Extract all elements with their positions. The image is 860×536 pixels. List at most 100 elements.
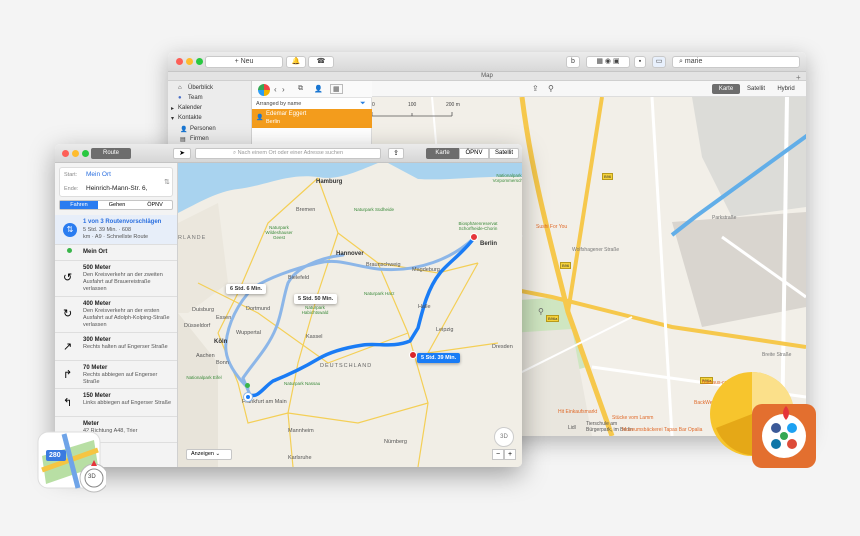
tab-drive[interactable]: Fahren [60, 201, 98, 209]
road-marker: B96a [546, 315, 560, 322]
street-breite: Breite Straße [762, 352, 792, 358]
filter-icon[interactable]: ⏷ [360, 100, 366, 108]
sidebar-item-calendar[interactable]: Kalender [178, 105, 202, 111]
destination-pin-icon[interactable] [470, 233, 478, 241]
route-step[interactable]: ↰ 150 Meter Links abbiegen auf Engerser … [55, 389, 177, 417]
summary-detail: km · A9 · Schnellste Route [83, 234, 149, 240]
3d-label: 3D [88, 474, 96, 480]
tab-map[interactable]: Karte [426, 148, 459, 159]
view-switch-icons[interactable]: ▦ ◉ ▣ [586, 56, 630, 68]
roundabout-icon: ↻ [63, 308, 73, 320]
city-leipzig: Leipzig [436, 327, 454, 333]
nav-forward-icon[interactable]: › [282, 85, 285, 94]
poi-sushi[interactable]: Sushi For You [536, 224, 567, 230]
close-button[interactable] [62, 150, 69, 157]
tab-walk[interactable]: Gehen [98, 201, 136, 209]
sidebar-toggle-icon[interactable]: ▭ [652, 56, 666, 68]
search-field[interactable]: ⌕ marie [672, 56, 800, 68]
city-duisburg: Duisburg [192, 307, 215, 313]
sidebar-item-persons[interactable]: Personen [190, 126, 216, 132]
zoom-out-button[interactable]: − [492, 449, 504, 460]
route-button[interactable]: Route [91, 148, 131, 159]
back-subbar-title: Map [168, 72, 806, 81]
tab-map[interactable]: Karte [712, 84, 740, 94]
pin-icon[interactable]: ⚲ [548, 84, 554, 93]
start-field[interactable]: Mein Ort [86, 171, 111, 178]
sidebar-item-companies[interactable]: Firmen [190, 136, 209, 142]
route-summary[interactable]: ⇅ 1 von 3 Routenvorschlägen 5 Std. 39 Mi… [55, 215, 177, 245]
step-instruction: Den Kreisverkehr an der ersten Ausfahrt … [83, 308, 170, 328]
origin-pin-icon [67, 248, 72, 253]
route-time-callout-selected[interactable]: 5 Std. 39 Min. [417, 353, 461, 363]
poi-hit[interactable]: Hit Einkaufsmarkt [558, 409, 597, 415]
minimize-button[interactable] [72, 150, 79, 157]
poi-lidl[interactable]: Lidl [568, 425, 576, 431]
park-suedheide: Naturpark Südheide [354, 207, 395, 212]
zoom-button[interactable] [196, 58, 203, 65]
tab-transit[interactable]: ÖPNV [136, 201, 174, 209]
copy-icon[interactable]: ⧉ [298, 85, 303, 93]
tab-satellite[interactable]: Satellit [742, 84, 770, 94]
tab-satellite[interactable]: Satellit [489, 148, 519, 159]
current-location-icon[interactable] [244, 393, 252, 401]
route-time-callout[interactable]: 5 Std. 50 Min. [294, 294, 338, 304]
search-field[interactable]: ⌕ Nach einem Ort oder einer Adresse such… [195, 148, 381, 159]
road-marker: B96 [560, 262, 572, 269]
sidebar-item-contacts[interactable]: Kontakte [178, 115, 202, 121]
route-map[interactable]: Hamburg Bremen Hannover Braunschweig Mag… [178, 163, 522, 467]
location-arrow-icon[interactable]: ➤ [173, 148, 191, 159]
city-dortmund: Dortmund [246, 306, 271, 312]
share-icon[interactable]: ⇪ [532, 84, 539, 93]
park-wildeshauser: Naturpark Wildeshauser Geest [265, 225, 293, 240]
route-time-callout[interactable]: 6 Std. 6 Min. [226, 284, 267, 294]
disclosure-right-icon[interactable]: ▸ [171, 105, 174, 112]
step-instruction: Links abbiegen auf Engerser Straße [83, 400, 172, 406]
toolbar-b-icon[interactable]: b [566, 56, 580, 68]
sort-label[interactable]: Arranged by name [256, 101, 301, 107]
add-tab-icon[interactable]: + [796, 73, 801, 82]
city-koeln: Köln [214, 339, 228, 345]
sidebar-item-team[interactable]: Team [188, 95, 203, 101]
city-wuppertal: Wuppertal [236, 330, 261, 336]
nav-back-icon[interactable]: ‹ [274, 85, 277, 94]
zoom-in-button[interactable]: + [504, 449, 516, 460]
route-step[interactable]: ↺ 500 Meter Den Kreisverkehr an der zwei… [55, 261, 177, 297]
scale-end: 200 m [446, 102, 460, 108]
street-wolfshagener: Wolfshagener Straße [572, 247, 620, 253]
zoom-button[interactable] [82, 150, 89, 157]
tab-hybrid[interactable]: Hybrid [772, 84, 800, 94]
disclosure-down-icon[interactable]: ▾ [171, 115, 174, 122]
end-field[interactable]: Heinrich-Mann-Str. 6, [86, 185, 147, 192]
sidebar-item-overview[interactable]: Überblick [188, 85, 213, 91]
summary-detail: 5 Std. 39 Min. · 608 [83, 227, 131, 233]
3d-toggle-button[interactable]: 3D [494, 427, 514, 447]
share-icon[interactable]: ⇪ [388, 148, 404, 159]
park-vorpommern: Nationalpark Vorpommersche [492, 173, 522, 183]
phone-icon[interactable]: ☎ [308, 56, 334, 68]
city-bielefeld: Bielefeld [288, 275, 310, 281]
map-view-icon[interactable]: ▦ [330, 84, 343, 94]
save-icon[interactable]: ▪ [634, 56, 646, 68]
swap-icon[interactable]: ⇅ [164, 178, 170, 186]
poi-tapas[interactable]: Tapas Bar Opalia [664, 427, 702, 433]
city-halle: Halle [418, 304, 431, 310]
contact-row-selected[interactable]: 👤 Edemar Eggert Berlin [252, 109, 372, 128]
route-step[interactable]: ↻ 400 Meter Den Kreisverkehr an der erst… [55, 297, 177, 333]
social-app-icon [706, 368, 820, 472]
dropped-pin-icon[interactable]: ⚲ [538, 307, 544, 316]
poi-museum[interactable]: Museumsbäckerei [622, 427, 663, 433]
park-eifel: Nationalpark Eifel [186, 375, 222, 380]
close-button[interactable] [176, 58, 183, 65]
contact-icon[interactable]: 👤 [314, 85, 323, 93]
route-step[interactable]: ↱ 70 Meter Rechts abbiegen auf Engerser … [55, 361, 177, 389]
new-button[interactable]: + Neu [205, 56, 283, 68]
minimize-button[interactable] [186, 58, 193, 65]
step-instruction: Rechts halten auf Engerser Straße [83, 344, 168, 350]
route-origin[interactable]: Mein Ort [55, 245, 177, 261]
route-step[interactable]: ↗ 300 Meter Rechts halten auf Engerser S… [55, 333, 177, 361]
bell-icon[interactable]: 🔔 [286, 56, 306, 68]
person-icon: 👤 [180, 127, 188, 133]
tab-transit[interactable]: ÖPNV [459, 148, 489, 159]
show-dropdown[interactable]: Anzeigen ⌄ [186, 449, 232, 460]
turn-left-icon: ↰ [63, 397, 73, 409]
